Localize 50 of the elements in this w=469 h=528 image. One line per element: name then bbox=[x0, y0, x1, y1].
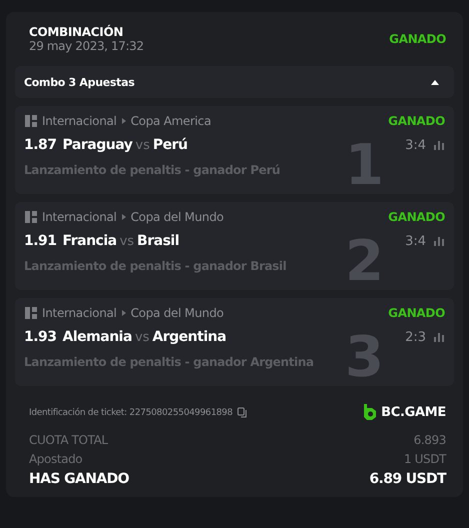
stats-icon[interactable] bbox=[434, 140, 445, 150]
stats-icon[interactable] bbox=[434, 332, 445, 342]
league-name: Internacional bbox=[42, 114, 117, 128]
vs-label: vs bbox=[134, 330, 150, 344]
total-value: 6.89 USDT bbox=[369, 471, 446, 487]
chevron-icon bbox=[120, 213, 127, 221]
total-label: Apostado bbox=[29, 452, 82, 466]
stats-icon[interactable] bbox=[434, 236, 445, 246]
total-value: 1 USDT bbox=[404, 452, 446, 466]
total-label: HAS GANADO bbox=[29, 471, 129, 487]
league-logo-icon bbox=[24, 306, 38, 320]
total-label: CUOTA TOTAL bbox=[29, 433, 108, 447]
bet-date: 29 may 2023, 17:32 bbox=[29, 39, 144, 53]
league-name: Internacional bbox=[42, 306, 117, 320]
team-name: Alemania bbox=[62, 329, 132, 345]
vs-label: vs bbox=[120, 234, 134, 248]
score: 2:3 bbox=[405, 330, 426, 344]
market-description: Lanzamiento de penaltis - ganador Brasil bbox=[24, 259, 288, 273]
team-name: Perú bbox=[152, 137, 188, 153]
copy-icon[interactable] bbox=[236, 407, 248, 418]
team-name: Francia bbox=[62, 233, 117, 249]
vs-label: vs bbox=[135, 138, 150, 152]
brand-name: BC.GAME bbox=[381, 405, 446, 420]
league-logo-icon bbox=[24, 210, 38, 224]
score: 3:4 bbox=[405, 234, 426, 248]
status-label: GANADO bbox=[388, 114, 445, 128]
odds-value: 1.93 bbox=[24, 329, 57, 345]
ticket-id: Identificación de ticket: 2275080255049961898 bbox=[29, 408, 233, 418]
odds-value: 1.87 bbox=[24, 137, 57, 153]
bet-type-title: COMBINACIÓN bbox=[29, 25, 124, 39]
odds-value: 1.91 bbox=[24, 233, 57, 249]
combo-toggle[interactable]: Combo 3 Apuestas bbox=[15, 66, 454, 98]
tournament-name: Copa America bbox=[130, 114, 211, 128]
league-name: Internacional bbox=[42, 210, 117, 224]
market-description: Lanzamiento de penaltis - ganador Argentina bbox=[24, 355, 315, 369]
tournament-name: Copa del Mundo bbox=[130, 306, 224, 320]
tournament-name: Copa del Mundo bbox=[130, 210, 224, 224]
team-name: Argentina bbox=[152, 329, 226, 345]
chevron-icon bbox=[120, 309, 127, 317]
brand-logo-icon bbox=[363, 404, 378, 421]
chevron-icon bbox=[120, 117, 127, 125]
status-label: GANADO bbox=[389, 32, 446, 46]
status-label: GANADO bbox=[388, 210, 445, 224]
league-logo-icon bbox=[24, 114, 38, 128]
team-name: Brasil bbox=[137, 233, 179, 249]
score: 3:4 bbox=[405, 138, 426, 152]
market-description: Lanzamiento de penaltis - ganador Perú bbox=[24, 163, 281, 177]
team-name: Paraguay bbox=[62, 137, 132, 153]
total-value: 6.893 bbox=[414, 433, 446, 447]
status-label: GANADO bbox=[388, 306, 445, 320]
